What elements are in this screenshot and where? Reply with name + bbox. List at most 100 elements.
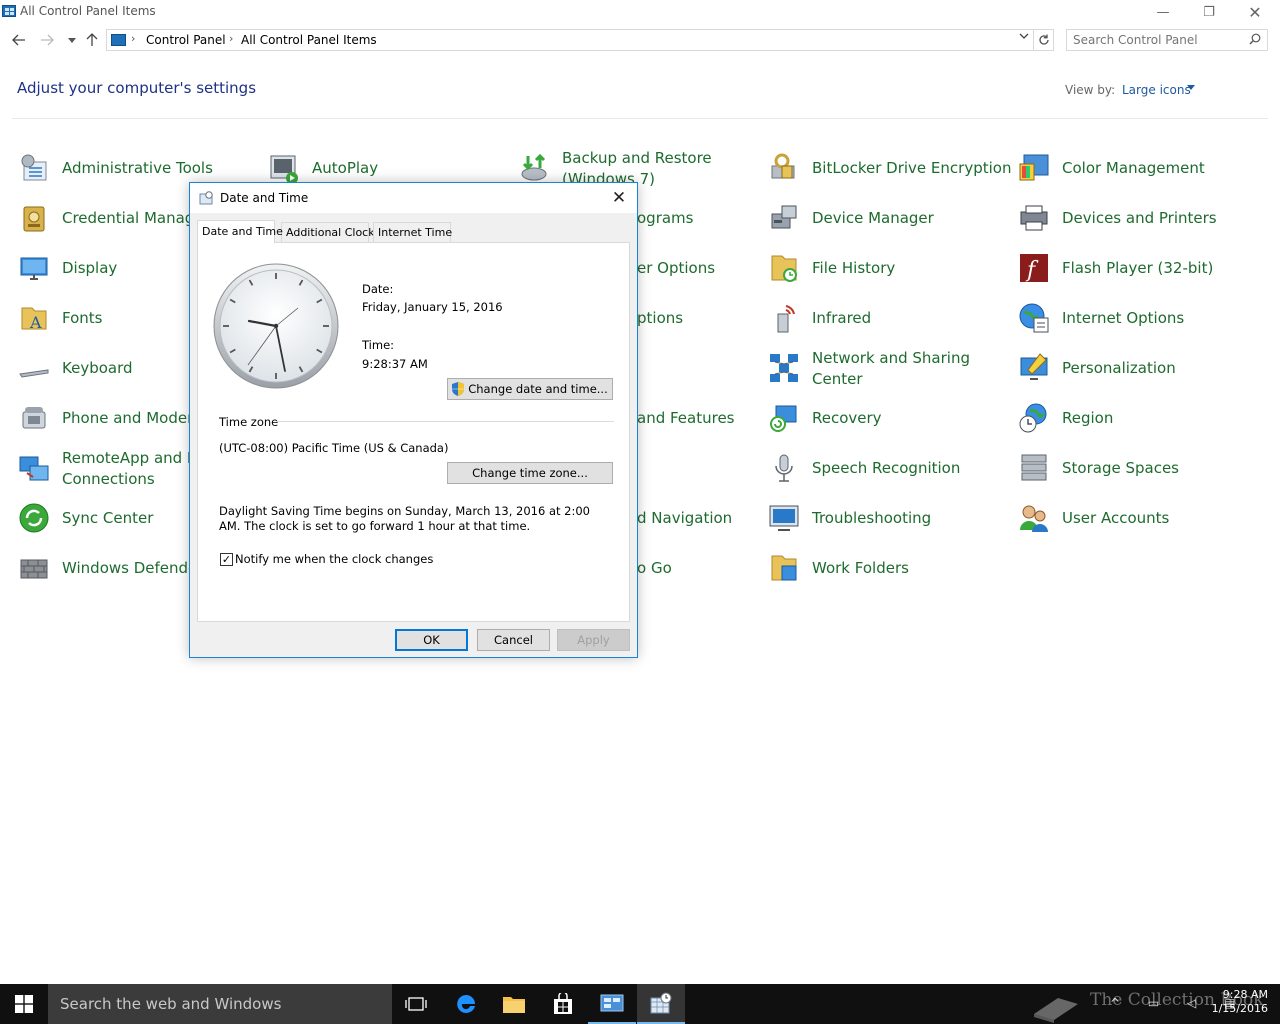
date-time-icon [199,191,213,205]
change-date-time-button[interactable]: Change date and time... [447,378,613,400]
date-time-taskbar-button[interactable] [637,984,685,1024]
troubleshooting-icon [769,505,799,531]
item-storage-spaces[interactable]: Storage Spaces [1018,448,1238,488]
item-label: Troubleshooting [812,508,932,527]
item-speech-recognition[interactable]: Speech Recognition [768,448,968,488]
window-titlebar: All Control Panel Items — ❐ ✕ [0,0,1280,24]
refresh-icon[interactable] [1034,29,1054,51]
tab-internet-time[interactable]: Internet Time [373,222,452,242]
item-user-accounts[interactable]: User Accounts [1018,498,1238,538]
item-fonts[interactable]: A Fonts [18,298,178,338]
clock-tray[interactable]: 9:28 AM 1/15/2016 [1208,988,1268,1016]
notify-label[interactable]: Notify me when the clock changes [235,552,433,566]
item-region[interactable]: Region [1018,398,1238,438]
item-recovery[interactable]: Recovery [768,398,968,438]
item-label: Speech Recognition [812,458,961,477]
item-credential-manager[interactable]: Credential Manager [18,198,190,238]
item-windows-defender[interactable]: Windows Defender [18,548,190,588]
task-view-button[interactable] [392,984,440,1024]
breadcrumb-control-panel[interactable]: Control Panel [146,33,226,47]
item-keyboard[interactable]: Keyboard [18,348,178,388]
item-administrative-tools[interactable]: Administrative Tools [18,148,218,188]
chevron-right-icon[interactable]: › [229,32,233,45]
taskbar-search-text: Search the web and Windows [60,995,282,1013]
close-button[interactable]: ✕ [1232,0,1278,24]
store-button[interactable] [539,984,587,1024]
edge-browser-button[interactable] [442,984,490,1024]
item-display[interactable]: Display [18,248,178,288]
item-label: Storage Spaces [1062,458,1179,477]
display-icon [20,257,48,280]
dialog-titlebar: Date and Time ✕ [190,183,637,213]
chevron-down-icon[interactable] [1019,33,1029,43]
item-color-management[interactable]: Color Management [1018,148,1238,188]
item-label: and Features [637,408,735,427]
item-label: Devices and Printers [1062,208,1217,227]
date-time-dialog: Date and Time ✕ Date and Time Additional… [189,182,638,658]
control-panel-taskbar-button[interactable] [588,984,636,1024]
chevron-down-icon[interactable] [1187,85,1195,90]
item-personalization[interactable]: Personalization [1018,348,1238,388]
item-bitlocker[interactable]: BitLocker Drive Encryption [768,148,1011,188]
tab-additional-clocks[interactable]: Additional Clocks [281,222,380,242]
tray-date: 1/15/2016 [1211,1002,1268,1015]
file-explorer-button[interactable] [490,984,538,1024]
item-label: Fonts [62,308,103,327]
close-icon[interactable]: ✕ [608,187,630,209]
item-flash-player[interactable]: f Flash Player (32-bit) [1018,248,1238,288]
item-label: Sync Center [62,508,154,527]
item-label: ograms [637,208,694,227]
item-file-history[interactable]: File History [768,248,968,288]
item-phone-modem[interactable]: Phone and Modem [18,398,190,438]
window-title: All Control Panel Items [20,4,156,18]
change-time-zone-button[interactable]: Change time zone... [447,462,613,484]
time-label: Time: [362,338,395,352]
view-by-dropdown[interactable]: Large icons [1122,83,1191,97]
breadcrumb-all-items[interactable]: All Control Panel Items [241,33,377,47]
up-arrow-icon[interactable] [82,30,102,50]
item-sync-center[interactable]: Sync Center [18,498,178,538]
microphone-icon [775,454,793,482]
cancel-button[interactable]: Cancel [477,629,550,651]
ok-button[interactable]: OK [395,629,468,651]
item-label: ptions [637,308,684,327]
item-label: Connections [62,470,155,488]
search-icon[interactable] [1249,33,1261,45]
item-work-folders[interactable]: Work Folders [768,548,968,588]
apply-button[interactable]: Apply [557,629,630,651]
control-panel-icon [111,34,126,46]
item-label: User Accounts [1062,508,1170,527]
autoplay-icon [270,155,298,184]
item-troubleshooting[interactable]: Troubleshooting [768,498,968,538]
maximize-button[interactable]: ❐ [1186,0,1232,24]
region-icon [1019,403,1047,433]
windows-defender-icon [20,559,48,579]
item-device-manager[interactable]: Device Manager [768,198,968,238]
color-management-icon [1019,154,1049,181]
item-devices-printers[interactable]: Devices and Printers [1018,198,1238,238]
timezone-value: (UTC-08:00) Pacific Time (US & Canada) [219,441,449,455]
item-network-sharing[interactable]: Network and Sharing Center [768,348,988,390]
item-label: Recovery [812,408,882,427]
recent-locations-icon[interactable] [62,30,82,50]
fonts-icon: A [21,307,47,332]
item-infrared[interactable]: Infrared [768,298,968,338]
notify-checkbox[interactable]: ✓ [220,553,233,566]
chevron-right-icon[interactable]: › [131,32,135,45]
back-arrow-icon[interactable] [9,30,29,50]
item-label: d Navigation [637,508,733,527]
taskbar-search[interactable]: Search the web and Windows [48,984,392,1024]
minimize-button[interactable]: — [1140,0,1186,24]
svg-text:A: A [29,313,42,332]
tab-date-and-time[interactable]: Date and Time [197,220,283,243]
forward-arrow-icon[interactable] [37,30,57,50]
bitlocker-icon [771,153,795,179]
search-input[interactable] [1073,32,1241,48]
divider [276,421,614,422]
item-label: Network and Sharing [812,349,970,367]
start-button[interactable] [0,984,48,1024]
item-remoteapp[interactable]: RemoteApp and D Connections [18,448,190,490]
address-bar[interactable]: › Control Panel › All Control Panel Item… [106,29,1034,51]
device-manager-icon [771,205,797,229]
item-internet-options[interactable]: Internet Options [1018,298,1238,338]
